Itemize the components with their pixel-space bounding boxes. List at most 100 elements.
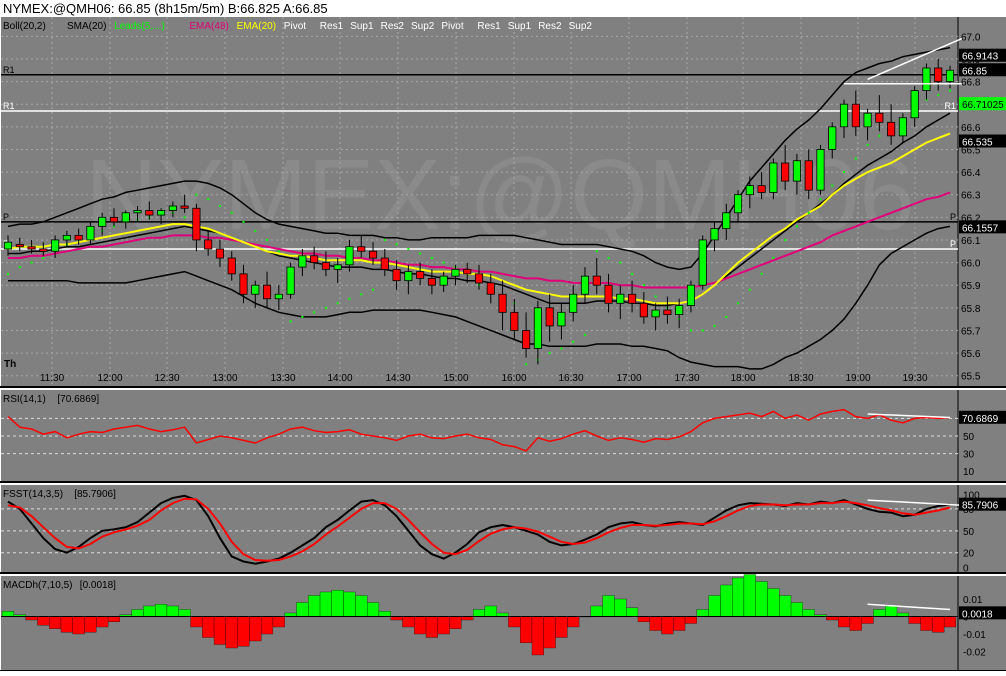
- price-y-tick-label: 65.9: [961, 281, 981, 292]
- price-legend-item: Res2: [381, 21, 405, 32]
- candle-down: [15, 244, 24, 248]
- candle-up: [98, 216, 107, 227]
- price-legend-item: Sup1: [350, 21, 374, 32]
- level-label-left-r1: R1: [3, 101, 15, 111]
- price-flag-label: 66.535: [962, 138, 993, 149]
- macd-bar-negative: [684, 616, 697, 624]
- candle-up: [3, 241, 13, 250]
- candle-down: [639, 302, 648, 318]
- candle-up: [286, 266, 295, 295]
- level-label-left-r1: R1: [3, 65, 15, 75]
- candle-down: [180, 205, 189, 209]
- macd-bar-negative: [213, 616, 226, 645]
- pivot-dot: [383, 238, 386, 241]
- pivot-dot: [572, 340, 575, 343]
- pivot-dot: [784, 238, 787, 241]
- candle-down: [310, 255, 319, 263]
- rsi-y-tick-label: 30: [963, 450, 975, 461]
- candle-down: [145, 210, 154, 216]
- price-y-tick-label: 66.1: [961, 236, 981, 247]
- pivot-dot: [631, 272, 634, 275]
- pivot-dot: [254, 229, 257, 232]
- macd-legend-item: MACDh(7,10,5): [3, 580, 72, 591]
- macd-bar-positive: [296, 602, 309, 617]
- x-tick-label: 19:30: [902, 373, 927, 384]
- watermark-text: NYMEX:@QMH06: [85, 139, 914, 251]
- price-y-tick-label: 65.6: [961, 349, 981, 360]
- macd-bar-positive: [472, 609, 486, 617]
- macd-bar-negative: [908, 616, 921, 624]
- window-title: NYMEX:@QMH06: 66.85 (8h15m/5m) B:66.825 …: [0, 0, 1006, 17]
- stochastic-panel-background: [1, 485, 958, 573]
- macd-bar-positive: [720, 584, 733, 617]
- pivot-dot: [430, 257, 433, 260]
- pivot-dot: [642, 284, 645, 287]
- pivot-dot: [583, 333, 586, 336]
- x-tick-label: 15:00: [443, 373, 468, 384]
- candle-down: [628, 293, 637, 304]
- x-tick-label: 18:00: [730, 373, 755, 384]
- macd-bar-negative: [249, 616, 262, 642]
- x-tick-label: 14:00: [327, 373, 352, 384]
- pivot-dot: [866, 143, 869, 146]
- price-legend-item: SMA(20): [67, 21, 106, 32]
- macd-bar-negative: [225, 616, 238, 649]
- candle-down: [227, 257, 236, 275]
- macd-bar-negative: [461, 616, 474, 621]
- candle-down: [498, 293, 507, 313]
- day-label: Th: [4, 359, 16, 370]
- candle-down: [851, 103, 860, 128]
- level-label-left-p: P: [3, 212, 9, 222]
- candle-up: [839, 103, 849, 128]
- price-legend-item: Pivot: [441, 21, 463, 32]
- price-y-tick-label: 66.4: [961, 168, 981, 179]
- macd-bar-positive: [496, 612, 509, 617]
- candle-up: [828, 126, 837, 150]
- level-label-right-p: P: [950, 212, 956, 222]
- macd-bar-positive: [743, 574, 756, 617]
- macd-bar-negative: [202, 616, 215, 638]
- macd-bar-positive: [626, 607, 639, 617]
- macd-bar-positive: [873, 609, 886, 617]
- candle-down: [357, 246, 366, 252]
- price-legend-item: Leads(5,...): [114, 21, 165, 32]
- candle-up: [333, 264, 342, 270]
- pivot-dot: [242, 220, 245, 223]
- macd-bar-negative: [849, 616, 862, 631]
- candle-down: [592, 275, 601, 286]
- candle-down: [522, 330, 531, 349]
- pivot-dot: [7, 272, 9, 275]
- candle-up: [274, 293, 283, 300]
- candle-down: [109, 216, 119, 223]
- macd-bar-negative: [837, 616, 851, 628]
- macd-y-tick-label: 0.01: [963, 595, 983, 606]
- candle-up: [580, 275, 590, 295]
- pivot-dot: [207, 198, 210, 201]
- candle-down: [416, 271, 425, 279]
- macd-bar-positive: [355, 595, 368, 617]
- macd-bar-negative: [520, 616, 533, 643]
- x-tick-label: 12:00: [97, 373, 122, 384]
- candle-down: [321, 262, 330, 270]
- candle-up: [863, 112, 872, 128]
- macd-bar-positive: [178, 609, 191, 617]
- price-y-tick-label: 65.7: [961, 326, 981, 337]
- x-tick-label: 12:30: [154, 373, 179, 384]
- macd-bar-negative: [96, 616, 109, 628]
- macd-bar-positive: [143, 605, 156, 617]
- candle-up: [133, 210, 142, 214]
- pivot-dot: [795, 225, 798, 228]
- macd-bar-positive: [614, 598, 627, 617]
- x-tick-label: 16:30: [558, 373, 583, 384]
- price-flag-label: 66.1557: [962, 223, 999, 234]
- rsi-panel-background: [1, 390, 958, 482]
- macd-bar-negative: [390, 616, 403, 621]
- pivot-dot: [18, 266, 21, 269]
- candle-up: [298, 255, 307, 268]
- pivot-dot: [277, 250, 280, 253]
- candle-up: [792, 160, 801, 182]
- candle-down: [474, 273, 484, 284]
- pivot-dot: [442, 261, 445, 264]
- macd-bar-positive: [755, 581, 768, 617]
- rsi-y-tick-label: 10: [963, 467, 975, 478]
